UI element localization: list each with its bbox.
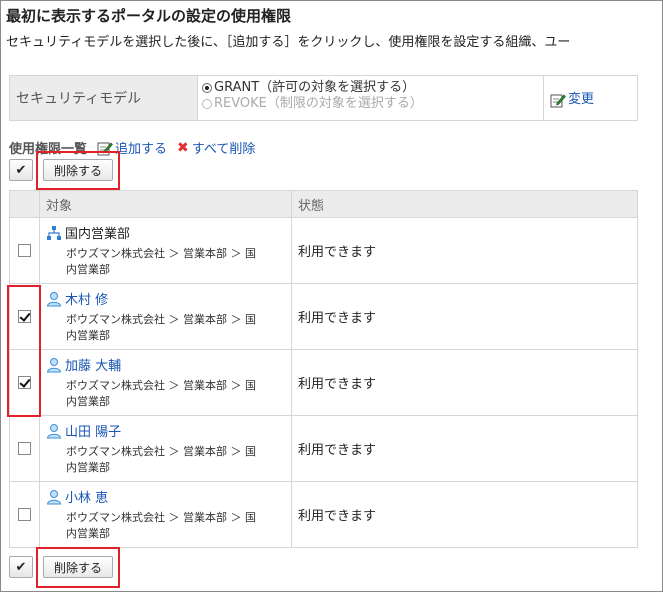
user-icon <box>46 291 62 306</box>
row-checkbox[interactable] <box>18 508 31 521</box>
revoke-label: REVOKE（制限の対象を選択する） <box>214 96 423 111</box>
target-path: ボウズマン株式会社 ＞ 営業本部 ＞ 国内営業部 <box>46 246 285 278</box>
highlight-box-checked-rows <box>7 285 41 417</box>
target-cell: 小林 恵 ボウズマン株式会社 ＞ 営業本部 ＞ 国内営業部 <box>39 481 292 548</box>
target-path: ボウズマン株式会社 ＞ 営業本部 ＞ 国内営業部 <box>46 312 285 344</box>
table-row: 国内営業部 ボウズマン株式会社 ＞ 営業本部 ＞ 国内営業部 利用できます <box>9 217 638 284</box>
status-cell: 利用できます <box>291 217 638 284</box>
target-path-line1: ボウズマン株式会社 ＞ 営業本部 ＞ 国 <box>66 445 256 458</box>
target-path-line2: 内営業部 <box>66 461 110 474</box>
delete-all-label: すべて削除 <box>191 142 256 157</box>
grant-option: GRANT（許可の対象を選択する） <box>202 80 543 96</box>
target-path-line2: 内営業部 <box>66 329 110 342</box>
security-model-options: GRANT（許可の対象を選択する） REVOKE（制限の対象を選択する） <box>198 76 544 120</box>
target-name: 小林 恵 <box>46 487 285 506</box>
target-cell: 山田 陽子 ボウズマン株式会社 ＞ 営業本部 ＞ 国内営業部 <box>39 415 292 482</box>
security-model-table: セキュリティモデル GRANT（許可の対象を選択する） REVOKE（制限の対象… <box>9 75 638 121</box>
target-path-line1: ボウズマン株式会社 ＞ 営業本部 ＞ 国 <box>66 313 256 326</box>
add-label: 追加する <box>115 142 168 157</box>
security-model-label: セキュリティモデル <box>10 76 198 120</box>
table-row: 木村 修 ボウズマン株式会社 ＞ 営業本部 ＞ 国内営業部 利用できます <box>9 283 638 350</box>
row-checkbox[interactable] <box>18 244 31 257</box>
page-title: 最初に表示するポータルの設定の使用権限 <box>6 7 292 25</box>
target-cell: 国内営業部 ボウズマン株式会社 ＞ 営業本部 ＞ 国内営業部 <box>39 217 292 284</box>
target-path-line2: 内営業部 <box>66 395 110 408</box>
row-checkbox-cell <box>9 415 40 482</box>
row-checkbox[interactable] <box>18 442 31 455</box>
target-name-link[interactable]: 小林 恵 <box>65 487 108 506</box>
target-path-line2: 内営業部 <box>66 263 110 276</box>
grant-radio <box>202 83 212 93</box>
status-cell: 利用できます <box>291 481 638 548</box>
table-row: 山田 陽子 ボウズマン株式会社 ＞ 営業本部 ＞ 国内営業部 利用できます <box>9 415 638 482</box>
organization-icon <box>47 225 61 240</box>
user-icon <box>46 489 62 504</box>
target-path: ボウズマン株式会社 ＞ 営業本部 ＞ 国内営業部 <box>46 510 285 542</box>
row-checkbox-cell <box>9 217 40 284</box>
edit-icon <box>550 94 566 108</box>
target-name: 山田 陽子 <box>46 421 285 440</box>
target-name-link[interactable]: 木村 修 <box>65 289 108 308</box>
checkbox-column-header <box>9 190 40 218</box>
status-column-header: 状態 <box>291 190 638 218</box>
target-path: ボウズマン株式会社 ＞ 営業本部 ＞ 国内営業部 <box>46 444 285 476</box>
target-name: 加藤 大輔 <box>46 355 285 374</box>
check-all-toggle-bottom[interactable]: ✔ <box>9 556 33 578</box>
check-all-toggle-top[interactable]: ✔ <box>9 159 33 181</box>
grant-label: GRANT（許可の対象を選択する） <box>214 80 416 95</box>
status-cell: 利用できます <box>291 349 638 416</box>
table-row: 加藤 大輔 ボウズマン株式会社 ＞ 営業本部 ＞ 国内営業部 利用できます <box>9 349 638 416</box>
target-column-header: 対象 <box>39 190 292 218</box>
change-label: 変更 <box>568 92 595 108</box>
delete-x-icon: ✖ <box>177 139 189 156</box>
target-path: ボウズマン株式会社 ＞ 営業本部 ＞ 国内営業部 <box>46 378 285 410</box>
highlight-box-bottom-delete <box>36 547 120 588</box>
permission-list-table: 対象 状態 国内営業部 ボウズマン株式会社 ＞ 営業本部 ＞ 国内営業部 利用で… <box>9 190 638 548</box>
change-security-link[interactable]: 変更 <box>550 88 594 108</box>
page-description: セキュリティモデルを選択した後に、［追加する］をクリックし、使用権限を設定する組… <box>6 35 571 50</box>
status-cell: 利用できます <box>291 415 638 482</box>
target-path-line2: 内営業部 <box>66 527 110 540</box>
change-cell: 変更 <box>544 76 637 120</box>
status-cell: 利用できます <box>291 283 638 350</box>
target-name-text: 国内営業部 <box>65 227 131 242</box>
highlight-box-top-delete <box>36 151 120 190</box>
target-cell: 木村 修 ボウズマン株式会社 ＞ 営業本部 ＞ 国内営業部 <box>39 283 292 350</box>
user-icon <box>46 423 62 438</box>
target-path-line1: ボウズマン株式会社 ＞ 営業本部 ＞ 国 <box>66 511 256 524</box>
revoke-radio <box>202 99 212 109</box>
target-name: 木村 修 <box>46 289 285 308</box>
delete-all-link[interactable]: ✖ すべて削除 <box>177 138 256 158</box>
target-cell: 加藤 大輔 ボウズマン株式会社 ＞ 営業本部 ＞ 国内営業部 <box>39 349 292 416</box>
row-checkbox-cell <box>9 481 40 548</box>
table-row: 小林 恵 ボウズマン株式会社 ＞ 営業本部 ＞ 国内営業部 利用できます <box>9 481 638 548</box>
revoke-option: REVOKE（制限の対象を選択する） <box>202 96 543 112</box>
user-icon <box>46 357 62 372</box>
target-path-line1: ボウズマン株式会社 ＞ 営業本部 ＞ 国 <box>66 379 256 392</box>
target-name-link[interactable]: 山田 陽子 <box>65 421 121 440</box>
target-name: 国内営業部 <box>46 223 285 242</box>
target-path-line1: ボウズマン株式会社 ＞ 営業本部 ＞ 国 <box>66 247 256 260</box>
target-name-link[interactable]: 加藤 大輔 <box>65 355 121 374</box>
